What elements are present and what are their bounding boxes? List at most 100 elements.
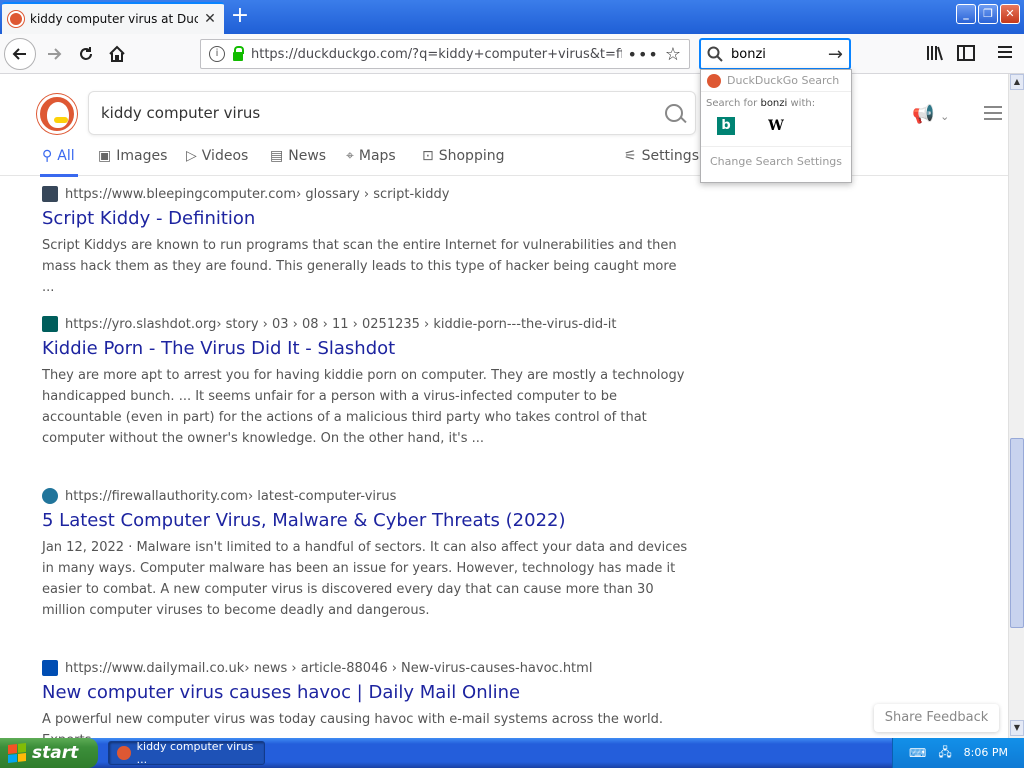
reload-icon bbox=[80, 47, 92, 60]
scroll-down-arrow-icon[interactable]: ▼ bbox=[1010, 720, 1024, 736]
result-snippet: Jan 12, 2022 · Malware isn't limited to … bbox=[42, 540, 688, 618]
sidebar-icon[interactable] bbox=[955, 44, 977, 64]
result-url[interactable]: https://www.bleepingcomputer.com bbox=[65, 187, 296, 202]
start-label: start bbox=[32, 743, 79, 763]
tab-news[interactable]: ▤ News bbox=[270, 148, 326, 164]
page-actions-icon[interactable]: ••• bbox=[628, 45, 659, 64]
lock-icon[interactable] bbox=[233, 45, 244, 61]
ddg-search-input[interactable]: kiddy computer virus bbox=[101, 104, 665, 122]
windows-flag-icon bbox=[8, 743, 26, 763]
navigation-toolbar: i https://duckduckgo.com/?q=kiddy+comput… bbox=[0, 34, 1024, 74]
ddg-search-box[interactable]: kiddy computer virus bbox=[88, 91, 696, 135]
change-search-settings-link[interactable]: Change Search Settings bbox=[701, 147, 851, 168]
duckduckgo-logo[interactable] bbox=[37, 94, 77, 134]
newspaper-icon: ▤ bbox=[270, 148, 284, 164]
search-result: https://www.bleepingcomputer.com › gloss… bbox=[42, 186, 692, 298]
result-snippet: They are more apt to arrest you for havi… bbox=[42, 368, 685, 446]
forward-button[interactable] bbox=[38, 38, 70, 70]
keyboard-icon[interactable]: ⌨ bbox=[909, 746, 926, 760]
duckduckgo-favicon-icon bbox=[8, 11, 24, 27]
bag-icon: ⊡ bbox=[422, 148, 434, 164]
tab-videos-label: Videos bbox=[201, 148, 249, 164]
result-url-line[interactable]: https://www.bleepingcomputer.com › gloss… bbox=[42, 186, 692, 202]
taskbar-firefox-item[interactable]: kiddy computer virus ... bbox=[108, 740, 265, 766]
result-title[interactable]: Script Kiddy - Definition bbox=[42, 208, 692, 229]
tab-close-icon[interactable]: ✕ bbox=[202, 11, 218, 27]
tab-maps[interactable]: ⌖ Maps bbox=[346, 148, 396, 164]
tab-news-label: News bbox=[288, 148, 327, 164]
result-path: › latest-computer-virus bbox=[247, 488, 397, 504]
result-title[interactable]: Kiddie Porn - The Virus Did It - Slashdo… bbox=[42, 338, 692, 359]
taskbar-item-label: kiddy computer virus ... bbox=[136, 740, 254, 766]
vertical-scrollbar[interactable]: ▲ ▼ bbox=[1008, 74, 1024, 738]
search-for-text: Search for bonzi with: bbox=[706, 98, 816, 109]
bookmark-star-icon[interactable]: ☆ bbox=[665, 44, 681, 65]
search-input[interactable]: bonzi bbox=[731, 47, 828, 62]
ddg-menu-icon[interactable] bbox=[984, 106, 1002, 124]
new-tab-button[interactable]: + bbox=[228, 5, 252, 29]
minimize-button[interactable]: _ bbox=[956, 4, 976, 24]
tab-images[interactable]: ▣ Images bbox=[98, 148, 167, 164]
wordpress-favicon-icon bbox=[42, 488, 58, 504]
tab-shopping-label: Shopping bbox=[438, 148, 505, 164]
firefox-icon bbox=[117, 746, 131, 760]
tab-all-label: All bbox=[57, 148, 75, 164]
ddg-search-icon[interactable] bbox=[665, 104, 683, 122]
scrollbar-thumb[interactable] bbox=[1010, 438, 1024, 628]
bing-icon[interactable]: b bbox=[717, 117, 735, 135]
slashdot-favicon-icon bbox=[42, 316, 58, 332]
tab-shopping[interactable]: ⊡ Shopping bbox=[422, 148, 504, 164]
result-url-line[interactable]: https://firewallauthority.com › latest-c… bbox=[42, 488, 692, 504]
back-button[interactable] bbox=[4, 38, 36, 70]
menu-icon[interactable] bbox=[994, 44, 1016, 64]
search-result: https://www.dailymail.co.uk › news › art… bbox=[42, 660, 692, 738]
tab-videos[interactable]: ▷ Videos bbox=[186, 148, 248, 164]
result-url[interactable]: https://www.dailymail.co.uk bbox=[65, 661, 244, 676]
result-url-line[interactable]: https://yro.slashdot.org › story › 03 › … bbox=[42, 316, 692, 332]
clock[interactable]: 8:06 PM bbox=[964, 746, 1008, 759]
result-url[interactable]: https://firewallauthority.com bbox=[65, 489, 248, 504]
play-icon: ▷ bbox=[186, 148, 197, 164]
result-path: › news › article-88046 › New-virus-cause… bbox=[244, 660, 593, 676]
info-icon[interactable]: i bbox=[209, 46, 225, 62]
back-arrow-icon bbox=[12, 48, 26, 60]
web-page: kiddy computer virus 📢 ⌄ ⚲ All ▣ Images ▷ V… bbox=[0, 74, 1008, 738]
restore-button[interactable]: ❐ bbox=[978, 4, 998, 24]
address-bar[interactable]: i https://duckduckgo.com/?q=kiddy+comput… bbox=[200, 39, 690, 69]
duckduckgo-icon bbox=[707, 73, 721, 88]
settings-label: Settings bbox=[641, 148, 699, 164]
tab-all[interactable]: ⚲ All bbox=[42, 148, 75, 164]
tab-maps-label: Maps bbox=[358, 148, 396, 164]
one-off-engines: b W bbox=[701, 109, 851, 147]
home-icon bbox=[109, 45, 125, 62]
result-url-line[interactable]: https://www.dailymail.co.uk › news › art… bbox=[42, 660, 692, 676]
search-bar[interactable]: bonzi → bbox=[700, 39, 850, 69]
home-button[interactable] bbox=[101, 38, 133, 70]
dropdown-header[interactable]: DuckDuckGo Search bbox=[701, 70, 851, 92]
bleepingcomputer-favicon-icon bbox=[42, 186, 58, 202]
library-icon[interactable] bbox=[924, 44, 946, 64]
reload-button[interactable] bbox=[70, 38, 102, 70]
scroll-up-arrow-icon[interactable]: ▲ bbox=[1010, 74, 1024, 90]
result-title[interactable]: 5 Latest Computer Virus, Malware & Cyber… bbox=[42, 510, 692, 531]
result-title[interactable]: New computer virus causes havoc | Daily … bbox=[42, 682, 692, 703]
search-result: https://firewallauthority.com › latest-c… bbox=[42, 488, 692, 621]
network-icon[interactable]: 🖧 bbox=[938, 743, 951, 764]
taskbar: start kiddy computer virus ... ⌨ 🖧 8:06 … bbox=[0, 738, 1024, 768]
url-text[interactable]: https://duckduckgo.com/?q=kiddy+computer… bbox=[251, 47, 622, 62]
share-feedback-button[interactable]: Share Feedback bbox=[874, 704, 999, 732]
search-icon bbox=[707, 46, 723, 62]
browser-tab[interactable]: kiddy computer virus at DuckDuckGo ✕ bbox=[2, 2, 224, 34]
wikipedia-icon[interactable]: W bbox=[767, 117, 785, 135]
search-suggestions-popup: DuckDuckGo Search Search for bonzi with:… bbox=[700, 69, 852, 183]
result-snippet: Script Kiddys are known to run programs … bbox=[42, 238, 677, 295]
active-tab-indicator bbox=[40, 174, 78, 177]
tab-images-label: Images bbox=[116, 148, 168, 164]
result-url[interactable]: https://yro.slashdot.org bbox=[65, 317, 216, 332]
dropdown-engine-label: DuckDuckGo Search bbox=[727, 74, 840, 87]
close-window-button[interactable]: ✕ bbox=[1000, 4, 1020, 24]
megaphone-icon[interactable]: 📢 ⌄ bbox=[912, 104, 949, 125]
settings-button[interactable]: ⚟ Settings bbox=[624, 148, 699, 164]
search-go-arrow-icon[interactable]: → bbox=[828, 44, 843, 65]
start-button[interactable]: start bbox=[0, 738, 98, 768]
